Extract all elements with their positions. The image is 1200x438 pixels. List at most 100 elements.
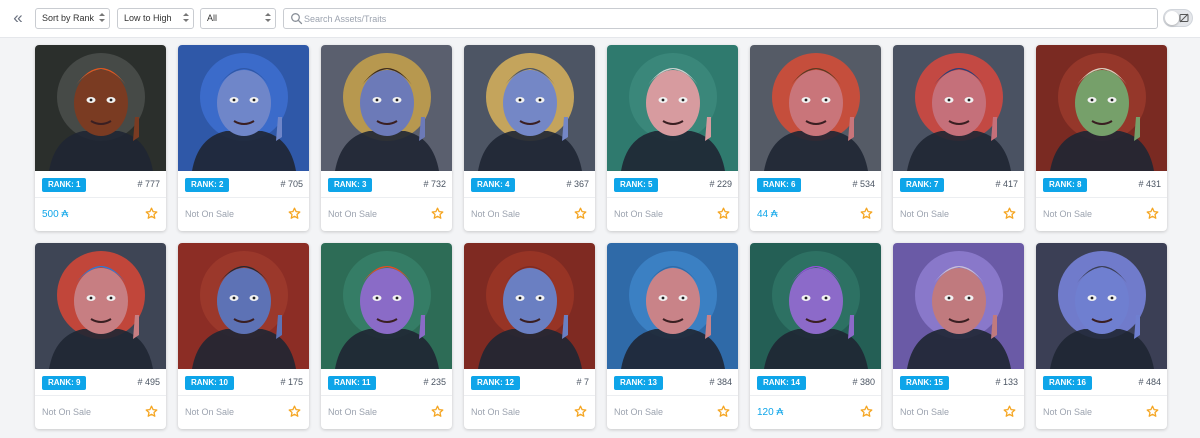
sale-status: Not On Sale [328, 407, 378, 417]
rank-badge: RANK: 14 [757, 376, 806, 390]
sale-status: Not On Sale [42, 407, 92, 417]
filter-select-value: All [207, 13, 218, 23]
asset-card[interactable]: RANK: 11 # 235 Not On Sale [321, 243, 452, 429]
favorite-star-icon[interactable] [1003, 207, 1016, 220]
favorite-star-icon[interactable] [1146, 207, 1159, 220]
rank-badge: RANK: 12 [471, 376, 520, 390]
favorite-star-icon[interactable] [431, 405, 444, 418]
asset-meta: RANK: 10 # 175 [178, 369, 309, 396]
asset-card[interactable]: RANK: 13 # 384 Not On Sale [607, 243, 738, 429]
asset-card[interactable]: RANK: 15 # 133 Not On Sale [893, 243, 1024, 429]
favorite-star-icon[interactable] [860, 207, 873, 220]
asset-meta: RANK: 13 # 384 [607, 369, 738, 396]
asset-card[interactable]: RANK: 5 # 229 Not On Sale [607, 45, 738, 231]
asset-image[interactable] [35, 243, 166, 369]
favorite-star-icon[interactable] [145, 405, 158, 418]
asset-image[interactable] [1036, 243, 1167, 369]
order-select-value: Low to High [124, 13, 172, 23]
asset-number: # 384 [709, 377, 732, 387]
favorite-star-icon[interactable] [288, 405, 301, 418]
asset-image[interactable] [607, 45, 738, 171]
asset-number: # 495 [137, 377, 160, 387]
asset-number: # 732 [423, 179, 446, 189]
rank-badge: RANK: 11 [328, 376, 377, 390]
asset-image[interactable] [1036, 45, 1167, 171]
asset-meta: RANK: 6 # 534 [750, 171, 881, 198]
asset-meta: RANK: 5 # 229 [607, 171, 738, 198]
asset-number: # 431 [1138, 179, 1161, 189]
sale-status: 500 ₳ [42, 209, 69, 220]
sale-status: 120 ₳ [757, 407, 784, 418]
asset-image[interactable] [893, 243, 1024, 369]
asset-image[interactable] [178, 243, 309, 369]
asset-image[interactable] [35, 45, 166, 171]
asset-card[interactable]: RANK: 2 # 705 Not On Sale [178, 45, 309, 231]
asset-meta: RANK: 2 # 705 [178, 171, 309, 198]
filter-select[interactable]: All [200, 8, 276, 29]
collapse-sidebar-icon[interactable]: « [9, 9, 27, 27]
favorite-star-icon[interactable] [288, 207, 301, 220]
favorite-star-icon[interactable] [717, 405, 730, 418]
asset-number: # 484 [1138, 377, 1161, 387]
filter-caret-icon [265, 12, 271, 24]
asset-meta: RANK: 1 # 777 [35, 171, 166, 198]
asset-meta: RANK: 7 # 417 [893, 171, 1024, 198]
favorite-star-icon[interactable] [145, 207, 158, 220]
asset-image[interactable] [750, 243, 881, 369]
asset-card[interactable]: RANK: 6 # 534 44 ₳ [750, 45, 881, 231]
sale-status: Not On Sale [471, 407, 521, 417]
sale-status: Not On Sale [1043, 209, 1093, 219]
favorite-star-icon[interactable] [431, 207, 444, 220]
sale-status: Not On Sale [900, 407, 950, 417]
asset-image[interactable] [178, 45, 309, 171]
favorite-star-icon[interactable] [717, 207, 730, 220]
rank-badge: RANK: 3 [328, 178, 373, 192]
favorite-star-icon[interactable] [574, 207, 587, 220]
asset-meta: RANK: 14 # 380 [750, 369, 881, 396]
image-toggle[interactable] [1163, 9, 1193, 27]
asset-card[interactable]: RANK: 3 # 732 Not On Sale [321, 45, 452, 231]
asset-image[interactable] [607, 243, 738, 369]
order-select[interactable]: Low to High [117, 8, 194, 29]
rank-badge: RANK: 7 [900, 178, 945, 192]
asset-card[interactable]: RANK: 4 # 367 Not On Sale [464, 45, 595, 231]
asset-image[interactable] [321, 45, 452, 171]
asset-card[interactable]: RANK: 1 # 777 500 ₳ [35, 45, 166, 231]
asset-number: # 705 [280, 179, 303, 189]
asset-card[interactable]: RANK: 12 # 7 Not On Sale [464, 243, 595, 429]
rank-badge: RANK: 9 [42, 376, 87, 390]
sale-status: Not On Sale [614, 209, 664, 219]
asset-image[interactable] [464, 45, 595, 171]
asset-number: # 133 [995, 377, 1018, 387]
asset-number: # 367 [566, 179, 589, 189]
favorite-star-icon[interactable] [574, 405, 587, 418]
asset-card[interactable]: RANK: 10 # 175 Not On Sale [178, 243, 309, 429]
rank-badge: RANK: 15 [900, 376, 949, 390]
rank-badge: RANK: 13 [614, 376, 663, 390]
asset-image[interactable] [893, 45, 1024, 171]
search-input[interactable] [304, 11, 1144, 26]
favorite-star-icon[interactable] [860, 405, 873, 418]
asset-image[interactable] [464, 243, 595, 369]
asset-card[interactable]: RANK: 9 # 495 Not On Sale [35, 243, 166, 429]
sort-select[interactable]: Sort by Rank [35, 8, 110, 29]
favorite-star-icon[interactable] [1146, 405, 1159, 418]
favorite-star-icon[interactable] [1003, 405, 1016, 418]
sale-status: Not On Sale [900, 209, 950, 219]
asset-meta: RANK: 3 # 732 [321, 171, 452, 198]
asset-card[interactable]: RANK: 8 # 431 Not On Sale [1036, 45, 1167, 231]
rank-badge: RANK: 6 [757, 178, 802, 192]
asset-card[interactable]: RANK: 7 # 417 Not On Sale [893, 45, 1024, 231]
asset-image[interactable] [750, 45, 881, 171]
sale-status: Not On Sale [471, 209, 521, 219]
asset-number: # 235 [423, 377, 446, 387]
asset-card[interactable]: RANK: 16 # 484 Not On Sale [1036, 243, 1167, 429]
sale-status: 44 ₳ [757, 209, 778, 220]
rank-badge: RANK: 2 [185, 178, 230, 192]
sort-caret-icon [99, 12, 105, 24]
asset-number: # 175 [280, 377, 303, 387]
asset-card[interactable]: RANK: 14 # 380 120 ₳ [750, 243, 881, 429]
asset-meta: RANK: 15 # 133 [893, 369, 1024, 396]
sort-select-value: Sort by Rank [42, 13, 95, 23]
asset-image[interactable] [321, 243, 452, 369]
